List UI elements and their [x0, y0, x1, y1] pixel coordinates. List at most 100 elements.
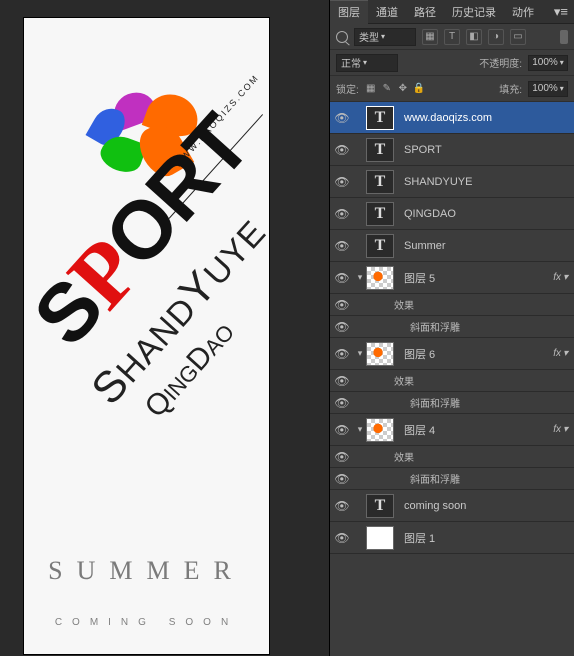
visibility-eye-icon[interactable]: 👁: [330, 499, 354, 513]
layer-effects-row[interactable]: 👁效果: [330, 370, 574, 392]
layer-row[interactable]: 👁▸TQINGDAO: [330, 198, 574, 230]
layer-thumbnail[interactable]: T: [366, 106, 394, 130]
layer-thumbnail[interactable]: T: [366, 138, 394, 162]
layer-name[interactable]: coming soon: [394, 500, 574, 512]
visibility-eye-icon[interactable]: 👁: [330, 207, 354, 221]
lock-pixels-icon[interactable]: ✎: [381, 83, 393, 95]
layer-thumbnail[interactable]: [366, 266, 394, 290]
chevron-down-icon: ▾: [563, 272, 568, 283]
layer-row[interactable]: 👁▸Twww.daoqizs.com: [330, 102, 574, 134]
visibility-eye-icon[interactable]: 👁: [330, 423, 354, 437]
bevel-emboss-label: 斜面和浮雕: [410, 319, 460, 334]
search-icon[interactable]: [336, 31, 348, 43]
panel-tabs: 图层 通道 路径 历史记录 动作 ▾≡: [330, 0, 574, 24]
layer-effects-row[interactable]: 👁 效果: [330, 446, 574, 468]
layer-thumbnail[interactable]: T: [366, 202, 394, 226]
layer-thumbnail[interactable]: [366, 418, 394, 442]
blend-mode-select[interactable]: 正常▾: [336, 54, 398, 72]
canvas-area: WWW.DAOQIZS.COM SPORT SHANDYUYE QINGDAO …: [0, 0, 329, 656]
layer-thumbnail[interactable]: [366, 342, 394, 366]
effects-label: 效果: [394, 297, 414, 312]
chevron-down-icon: ▾: [563, 424, 568, 435]
layer-row[interactable]: 👁▸Tcoming soon: [330, 490, 574, 522]
visibility-eye-icon[interactable]: 👁: [330, 271, 354, 285]
fx-badge[interactable]: fx ▾: [553, 424, 574, 435]
lock-transparency-icon[interactable]: ▦: [365, 83, 377, 95]
layer-name[interactable]: 图层 6: [394, 346, 553, 362]
text-summer: SUMMER: [24, 556, 269, 586]
layer-thumbnail[interactable]: T: [366, 494, 394, 518]
layers-panel: 图层 通道 路径 历史记录 动作 ▾≡ 类型▾ ▦ T ◧ ◑ ▭ 正常▾ 不透…: [329, 0, 574, 656]
visibility-eye-icon[interactable]: 👁: [330, 472, 354, 486]
layer-thumbnail[interactable]: [366, 526, 394, 550]
chevron-down-icon: ▾: [560, 84, 564, 93]
visibility-eye-icon[interactable]: 👁: [330, 111, 354, 125]
opacity-input[interactable]: 100%▾: [528, 55, 568, 71]
text-coming-soon: COMING SOON: [24, 617, 269, 628]
visibility-eye-icon[interactable]: 👁: [330, 239, 354, 253]
filter-smart-icon[interactable]: ▭: [510, 29, 526, 45]
document-canvas[interactable]: WWW.DAOQIZS.COM SPORT SHANDYUYE QINGDAO …: [24, 18, 269, 654]
expand-arrow-icon[interactable]: ▾: [354, 272, 366, 283]
visibility-eye-icon[interactable]: 👁: [330, 320, 354, 334]
visibility-eye-icon[interactable]: 👁: [330, 396, 354, 410]
filter-shape-icon[interactable]: ◑: [488, 29, 504, 45]
fx-badge[interactable]: fx ▾: [553, 272, 574, 283]
visibility-eye-icon[interactable]: 👁: [330, 175, 354, 189]
layer-thumbnail[interactable]: T: [366, 234, 394, 258]
layer-row[interactable]: 👁▸TSHANDYUYE: [330, 166, 574, 198]
layer-thumbnail[interactable]: T: [366, 170, 394, 194]
layer-row[interactable]: 👁▾图层 5fx ▾: [330, 262, 574, 294]
blend-row: 正常▾ 不透明度: 100%▾: [330, 50, 574, 76]
bevel-emboss-label: 斜面和浮雕: [410, 471, 460, 486]
layer-effect-item[interactable]: 👁斜面和浮雕: [330, 392, 574, 414]
tab-history[interactable]: 历史记录: [444, 0, 504, 24]
layer-name[interactable]: QINGDAO: [394, 208, 574, 220]
lock-all-icon[interactable]: 🔒: [413, 83, 425, 95]
fx-badge[interactable]: fx ▾: [553, 348, 574, 359]
expand-arrow-icon[interactable]: ▾: [354, 424, 366, 435]
tab-layers[interactable]: 图层: [330, 0, 368, 24]
tab-channels[interactable]: 通道: [368, 0, 406, 24]
visibility-eye-icon[interactable]: 👁: [330, 298, 354, 312]
layer-name[interactable]: 图层 1: [394, 530, 574, 546]
filter-type-select[interactable]: 类型▾: [354, 28, 416, 46]
visibility-eye-icon[interactable]: 👁: [330, 531, 354, 545]
layer-name[interactable]: Summer: [394, 240, 574, 252]
visibility-eye-icon[interactable]: 👁: [330, 450, 354, 464]
visibility-eye-icon[interactable]: 👁: [330, 374, 354, 388]
layer-name[interactable]: 图层 5: [394, 270, 553, 286]
visibility-eye-icon[interactable]: 👁: [330, 347, 354, 361]
layer-row[interactable]: 👁▸图层 1: [330, 522, 574, 554]
tab-paths[interactable]: 路径: [406, 0, 444, 24]
layer-row[interactable]: 👁▾图层 6fx ▾: [330, 338, 574, 370]
visibility-eye-icon[interactable]: 👁: [330, 143, 354, 157]
layer-effect-item[interactable]: 👁 斜面和浮雕: [330, 468, 574, 490]
layer-name[interactable]: SPORT: [394, 144, 574, 156]
filter-adjust-icon[interactable]: T: [444, 29, 460, 45]
layer-row[interactable]: 👁▸TSPORT: [330, 134, 574, 166]
lock-position-icon[interactable]: ✥: [397, 83, 409, 95]
fill-label: 填充:: [499, 81, 522, 96]
effects-label: 效果: [394, 449, 414, 464]
filter-text-icon[interactable]: ◧: [466, 29, 482, 45]
layer-effect-item[interactable]: 👁 斜面和浮雕: [330, 316, 574, 338]
expand-arrow-icon[interactable]: ▾: [354, 348, 366, 359]
filter-toggle[interactable]: [560, 30, 568, 44]
chevron-down-icon: ▾: [381, 32, 385, 41]
layer-row[interactable]: 👁▾图层 4fx ▾: [330, 414, 574, 446]
layer-row[interactable]: 👁▸TSummer: [330, 230, 574, 262]
chevron-down-icon: ▾: [560, 58, 564, 67]
lock-label: 锁定:: [336, 81, 359, 96]
layer-effects-row[interactable]: 👁 效果: [330, 294, 574, 316]
fill-input[interactable]: 100%▾: [528, 81, 568, 97]
layer-name[interactable]: www.daoqizs.com: [394, 112, 574, 124]
panel-menu-icon[interactable]: ▾≡: [548, 4, 574, 20]
filter-pixel-icon[interactable]: ▦: [422, 29, 438, 45]
chevron-down-icon: ▾: [563, 348, 568, 359]
layer-name[interactable]: 图层 4: [394, 422, 553, 438]
layer-filter-row: 类型▾ ▦ T ◧ ◑ ▭: [330, 24, 574, 50]
layer-name[interactable]: SHANDYUYE: [394, 176, 574, 188]
lock-row: 锁定: ▦ ✎ ✥ 🔒 填充: 100%▾: [330, 76, 574, 102]
tab-actions[interactable]: 动作: [504, 0, 542, 24]
